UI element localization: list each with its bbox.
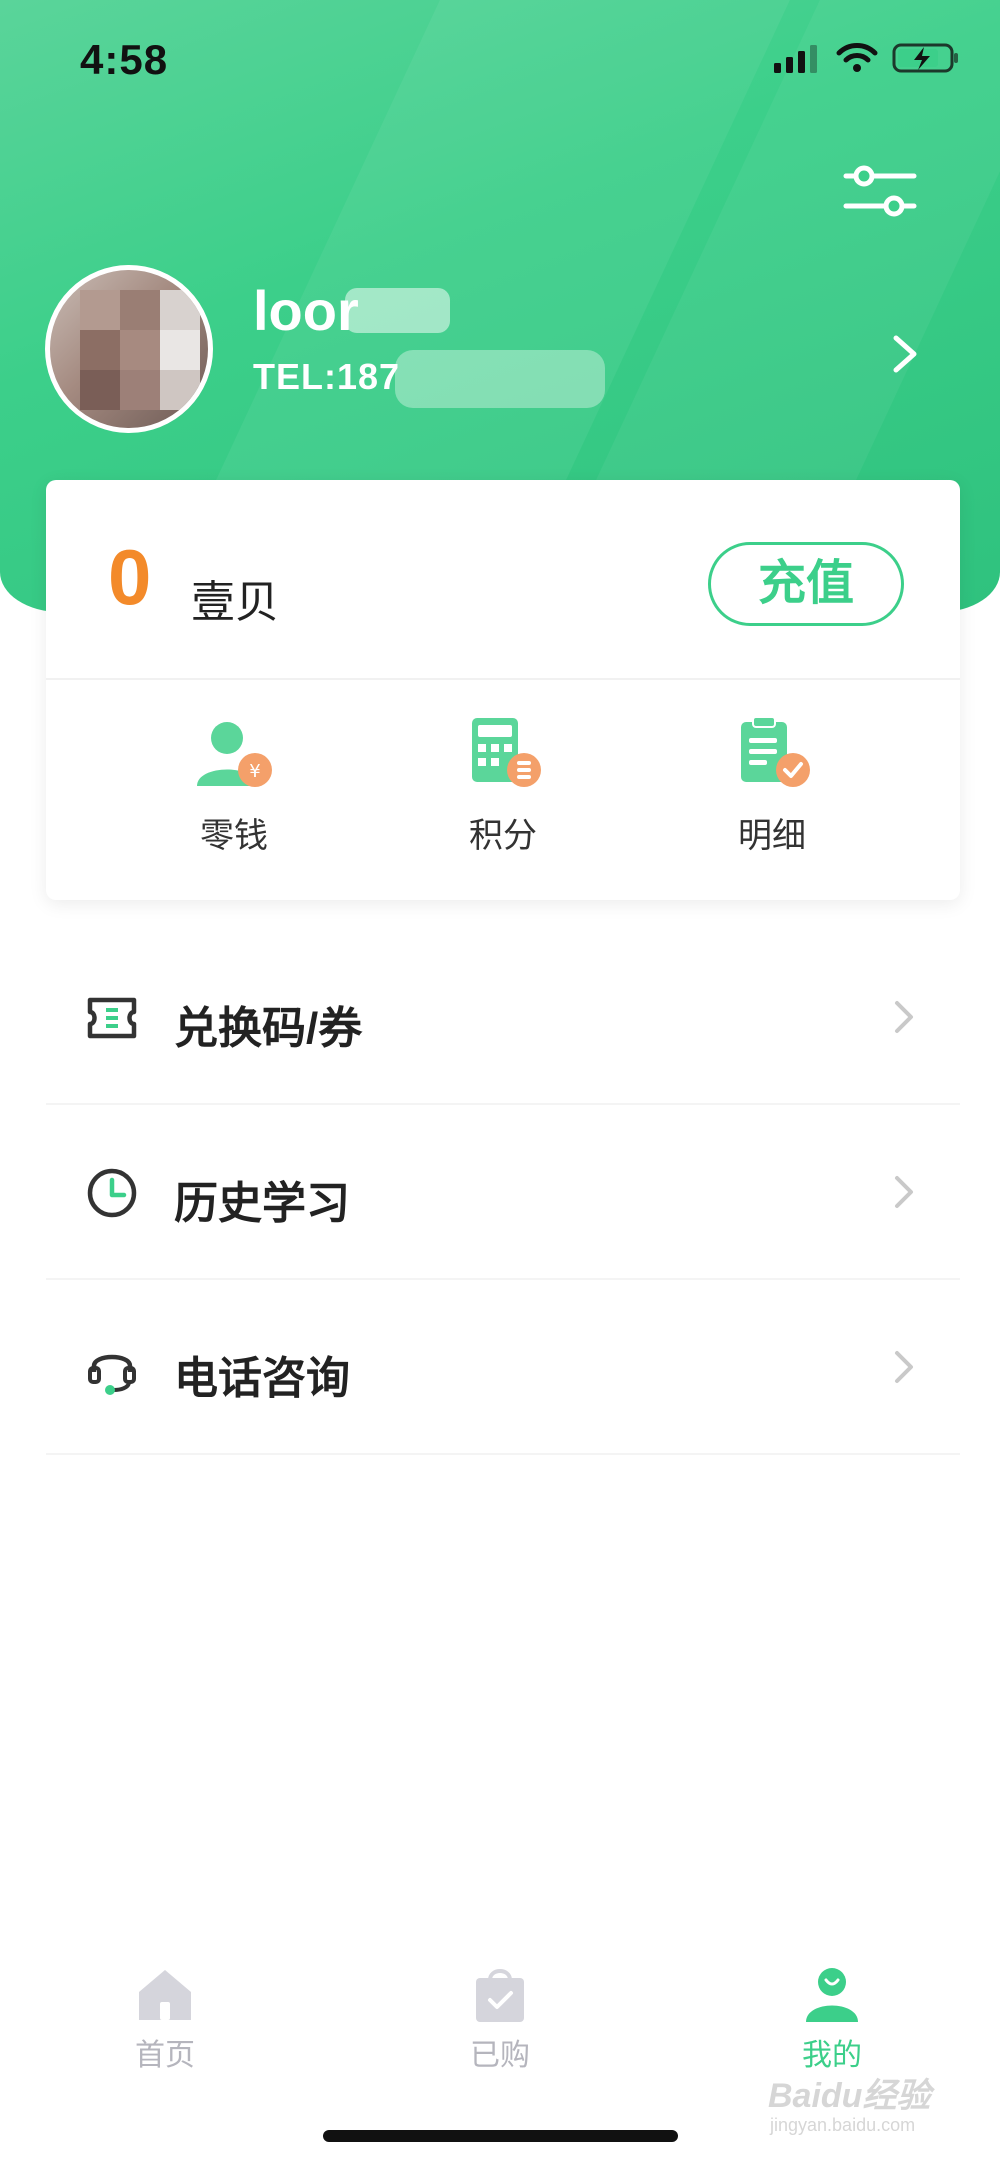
username-redaction [345, 288, 450, 333]
svg-text:¥: ¥ [249, 761, 260, 782]
battery-charging-icon [892, 43, 958, 73]
menu-item-label: 历史学习 [174, 1179, 350, 1228]
wifi-icon [836, 43, 878, 72]
chevron-right-icon[interactable] [890, 332, 920, 376]
status-bar: 4:58 [0, 0, 1000, 120]
headset-icon [88, 1354, 136, 1395]
shortcut-points[interactable]: 积分 [403, 716, 603, 856]
balance-currency-label: 壹贝 [191, 578, 279, 627]
username[interactable]: loor [253, 278, 359, 343]
baidu-watermark: Baidu经验 [768, 2077, 931, 2115]
baidu-watermark-url: jingyan.baidu.com [770, 2115, 916, 2135]
tab-purchased[interactable]: 已购 [410, 1966, 590, 2074]
shortcut-change[interactable]: ¥ 零钱 [134, 716, 334, 856]
user-coin-icon: ¥ [197, 722, 272, 787]
home-indicator[interactable] [323, 2130, 678, 2142]
shortcut-label: 明细 [738, 817, 806, 855]
tab-label: 首页 [135, 2039, 195, 2072]
calculator-coin-icon [472, 718, 541, 787]
tab-mine[interactable]: 我的 [742, 1966, 922, 2074]
ticket-icon [87, 997, 137, 1039]
shortcut-label: 零钱 [200, 817, 268, 855]
menu-item-label: 兑换码/券 [174, 1004, 363, 1053]
home-icon [139, 1970, 191, 2020]
recharge-button[interactable]: 充值 [708, 542, 904, 626]
signal-icon [774, 45, 817, 73]
shortcut-details[interactable]: 明细 [672, 716, 872, 856]
tab-label: 已购 [470, 2039, 530, 2072]
chevron-right-icon [895, 1001, 913, 1033]
profile-icon [806, 1968, 858, 2022]
clipboard-check-icon [741, 716, 810, 787]
menu-item-phone[interactable]: 电话咨询 [46, 1280, 960, 1455]
avatar[interactable] [45, 265, 213, 433]
shopping-bag-check-icon [476, 1969, 524, 2022]
clock-icon [87, 1168, 137, 1218]
menu-item-label: 电话咨询 [174, 1354, 350, 1403]
chevron-right-icon [895, 1176, 913, 1208]
chevron-right-icon [895, 1351, 913, 1383]
menu-item-history[interactable]: 历史学习 [46, 1105, 960, 1280]
wallet-card: 0 壹贝 充值 ¥ 零钱 积分 明细 [46, 480, 960, 900]
status-time: 4:58 [80, 36, 169, 83]
card-divider [46, 678, 960, 680]
settings-sliders-icon[interactable] [842, 160, 918, 224]
shortcut-label: 积分 [469, 817, 537, 855]
balance-value: 0 [108, 533, 152, 621]
menu-list: 兑换码/券 历史学习 电话咨询 [46, 930, 960, 1455]
tab-home[interactable]: 首页 [75, 1966, 255, 2074]
phone-number: TEL:187 [253, 356, 401, 397]
menu-item-redeem[interactable]: 兑换码/券 [46, 930, 960, 1105]
phone-redaction [395, 350, 605, 408]
